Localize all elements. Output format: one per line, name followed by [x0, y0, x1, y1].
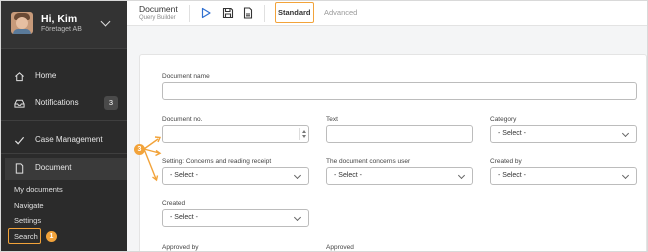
main-content: Document name Document no. Text Category…	[127, 26, 647, 251]
inbox-icon	[14, 99, 25, 108]
field-label: Created	[162, 200, 186, 207]
divider	[1, 120, 127, 121]
field-label: Document name	[162, 73, 210, 80]
notification-count-badge: 3	[104, 96, 118, 110]
user-org: Företaget AB	[41, 26, 82, 33]
home-icon	[15, 72, 24, 82]
text-input[interactable]	[326, 125, 473, 143]
field-label: Category	[490, 116, 517, 123]
sidebar: Hi, Kim Företaget AB Home Notifications …	[1, 1, 127, 251]
chevron-down-icon	[293, 171, 302, 180]
category-select[interactable]: - Select -	[490, 125, 637, 143]
check-icon	[14, 136, 25, 145]
created-select[interactable]: - Select -	[162, 209, 309, 227]
sidebar-subitem-navigate[interactable]: Navigate	[14, 201, 44, 210]
sidebar-subitem-settings[interactable]: Settings	[14, 216, 41, 225]
save-icon[interactable]	[222, 7, 234, 19]
chevron-down-icon	[621, 129, 630, 138]
field-label: The document concerns user	[326, 158, 411, 165]
sidebar-item-label: Notifications	[35, 98, 79, 107]
field-label: Setting: Concerns and reading receipt	[162, 158, 272, 165]
document-icon	[15, 163, 24, 174]
chevron-down-icon	[621, 171, 630, 180]
field-label: Text	[326, 116, 338, 123]
chevron-down-icon	[293, 213, 302, 222]
field-label: Document no.	[162, 116, 203, 123]
page-title: Document	[139, 4, 178, 14]
export-icon[interactable]	[242, 7, 254, 19]
tab-advanced[interactable]: Advanced	[324, 8, 357, 17]
document-name-input[interactable]	[162, 82, 637, 100]
sidebar-item-home[interactable]: Home	[1, 67, 127, 87]
sidebar-subitem-search[interactable]: Search	[14, 232, 38, 241]
concerns-user-select[interactable]: - Select -	[326, 167, 473, 185]
sidebar-item-document-row[interactable]: Document	[1, 159, 127, 179]
sidebar-item-notifications[interactable]: Notifications 3	[1, 94, 127, 114]
tab-standard[interactable]: Standard	[278, 8, 311, 17]
setting-select[interactable]: - Select -	[162, 167, 309, 185]
play-icon[interactable]	[200, 7, 212, 19]
sidebar-item-label: Home	[35, 71, 57, 80]
query-form: Document name Document no. Text Category…	[139, 54, 647, 251]
page-subtitle: Query Builder	[139, 15, 176, 21]
toolbar: Document Query Builder Standard Advanced	[127, 1, 647, 26]
sidebar-subitem-my-documents[interactable]: My documents	[14, 185, 63, 194]
chevron-down-icon[interactable]	[100, 16, 111, 27]
divider	[1, 153, 127, 154]
number-stepper[interactable]	[299, 128, 307, 140]
user-greeting: Hi, Kim	[41, 13, 78, 25]
user-menu[interactable]: Hi, Kim Företaget AB	[1, 1, 127, 49]
field-label: Approved by	[162, 244, 199, 251]
avatar	[11, 12, 33, 34]
created-by-select[interactable]: - Select -	[490, 167, 637, 185]
divider	[264, 5, 265, 22]
field-label: Approved	[326, 244, 354, 251]
sidebar-item-label: Case Management	[35, 135, 103, 144]
chevron-down-icon	[457, 171, 466, 180]
divider	[189, 5, 190, 22]
field-label: Created by	[490, 158, 522, 165]
sidebar-item-label: Document	[35, 163, 72, 172]
callout-3: 3	[134, 144, 145, 155]
document-no-input[interactable]	[162, 125, 309, 143]
callout-1: 1	[46, 231, 57, 242]
app-window: Hi, Kim Företaget AB Home Notifications …	[0, 0, 648, 252]
sidebar-item-case-management[interactable]: Case Management	[1, 131, 127, 151]
